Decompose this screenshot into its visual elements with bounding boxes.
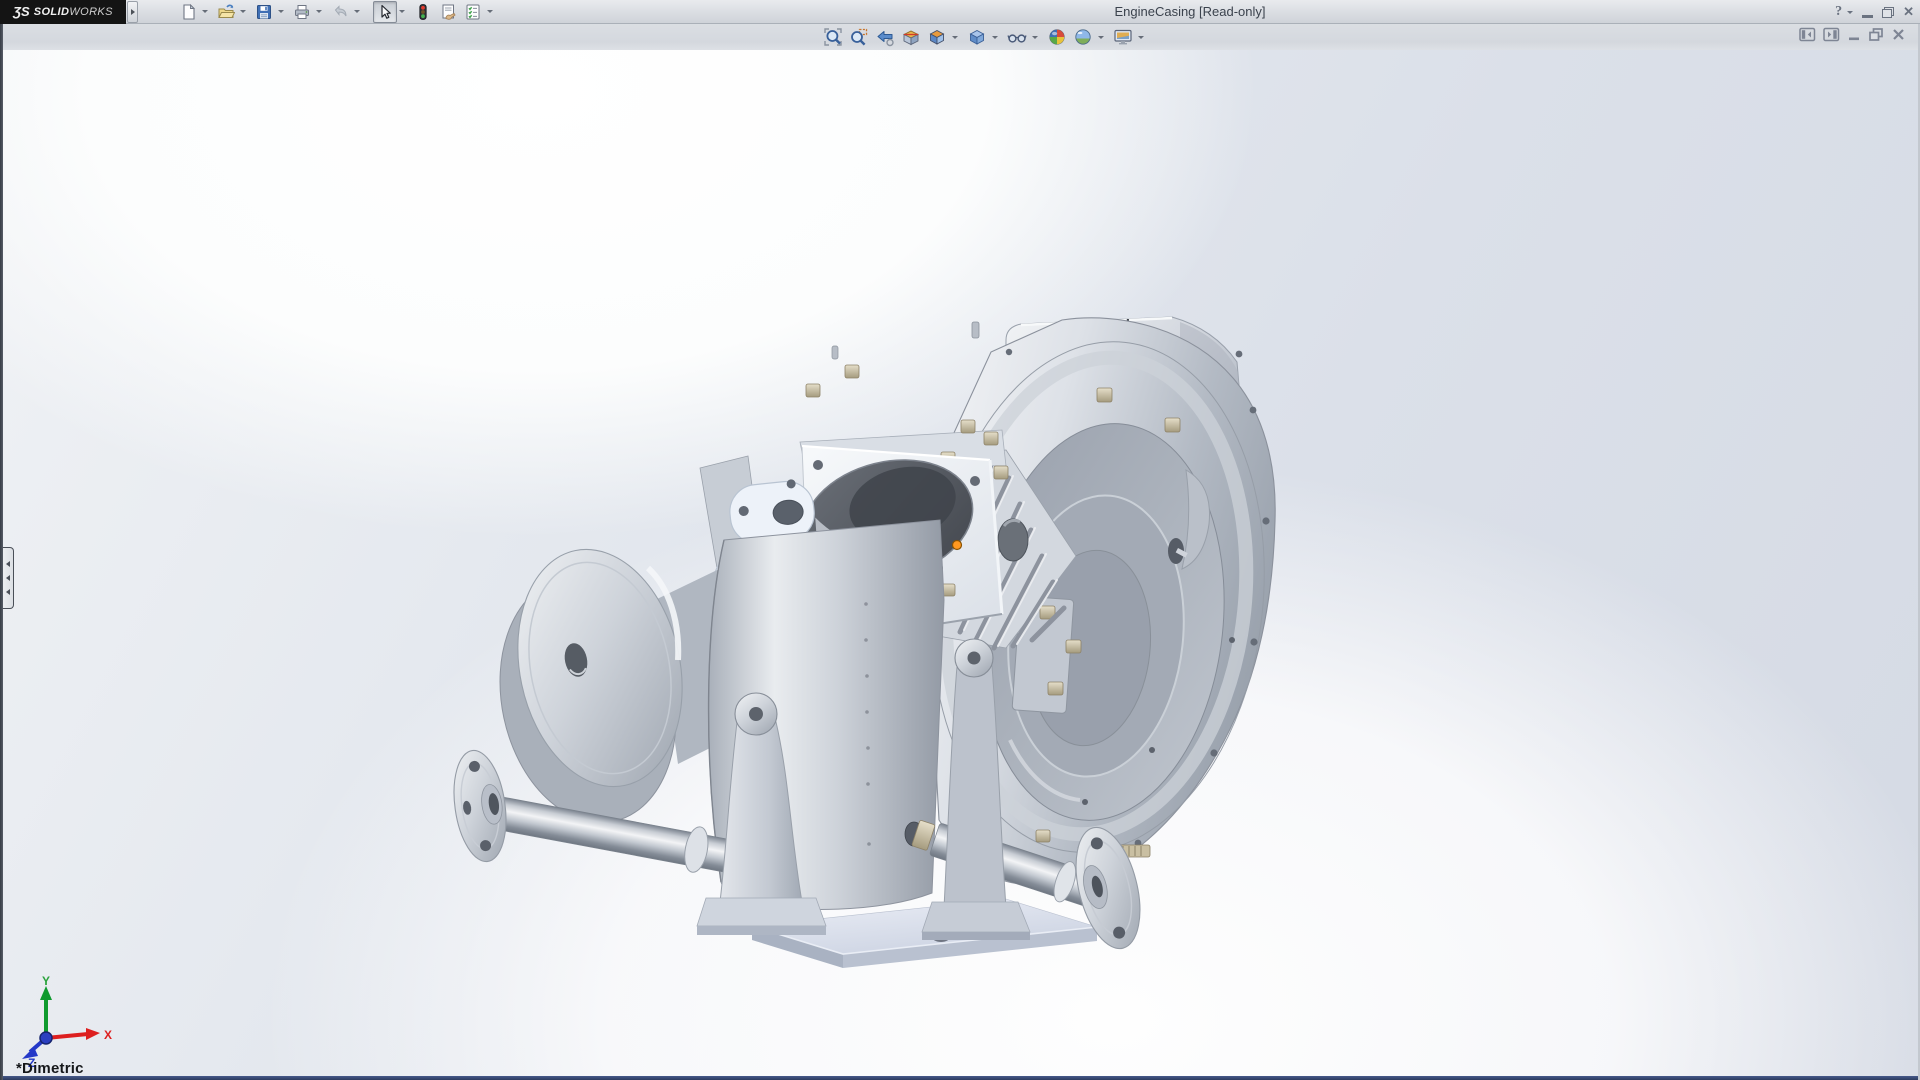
apply-scene-button[interactable] — [1071, 25, 1095, 49]
save-floppy-icon — [255, 3, 273, 21]
window-restore-button[interactable] — [1882, 7, 1894, 18]
collapse-arrow-icon — [6, 575, 10, 581]
model-root[interactable] — [447, 317, 1288, 968]
heads-up-view-toolbar — [821, 25, 1149, 49]
minimize-document-button[interactable] — [1847, 27, 1861, 42]
triad-x-label: X — [104, 1028, 112, 1042]
options-checklist-icon — [464, 3, 482, 21]
previous-view-icon — [875, 27, 895, 47]
window-minimize-button[interactable] — [1862, 15, 1873, 18]
hide-show-items-button[interactable] — [1005, 25, 1029, 49]
apply-scene-dropdown[interactable] — [1097, 26, 1105, 48]
collapse-arrow-icon — [6, 589, 10, 595]
engine-casing-model[interactable] — [0, 50, 1920, 1080]
graphics-viewport[interactable]: Y X Z *Dimetric — [0, 50, 1920, 1080]
restore-document-button[interactable] — [1868, 27, 1884, 42]
section-view-icon — [901, 27, 921, 47]
section-view-button[interactable] — [899, 25, 923, 49]
left-flange — [447, 747, 512, 865]
solidworks-logo-text: SOLIDWORKS — [34, 6, 113, 18]
view-settings-button[interactable] — [1111, 25, 1135, 49]
knob-boss — [998, 519, 1028, 561]
edit-appearance-button[interactable] — [1045, 25, 1069, 49]
select-tool-button[interactable] — [373, 1, 397, 23]
rebuild-button[interactable] — [411, 1, 435, 23]
view-settings-icon — [1113, 27, 1133, 47]
zoom-to-area-button[interactable] — [847, 25, 871, 49]
traffic-light-icon — [414, 3, 432, 21]
solidworks-logo: ƷS SOLIDWORKS — [0, 0, 126, 24]
file-properties-icon — [439, 3, 457, 21]
document-title: EngineCasing [Read-only] — [1060, 0, 1320, 24]
save-dropdown[interactable] — [277, 1, 285, 23]
open-button[interactable] — [214, 1, 238, 23]
triad-y-label: Y — [42, 976, 50, 988]
solidworks-logo-mark: ƷS — [13, 4, 30, 19]
display-style-button[interactable] — [965, 25, 989, 49]
open-dropdown[interactable] — [239, 1, 247, 23]
file-properties-button[interactable] — [436, 1, 460, 23]
options-button[interactable] — [461, 1, 485, 23]
view-orientation-label: *Dimetric — [16, 1060, 84, 1077]
zoom-to-fit-button[interactable] — [821, 25, 845, 49]
collapse-arrow-icon — [6, 561, 10, 567]
menu-flyout-arrow[interactable] — [127, 1, 138, 23]
collapse-right-pane-button[interactable] — [1823, 27, 1840, 42]
logo-solid: SOLID — [34, 6, 70, 18]
print-dropdown[interactable] — [315, 1, 323, 23]
reference-triad: Y X Z — [8, 976, 118, 1068]
collapse-left-pane-button[interactable] — [1799, 27, 1816, 42]
vertex-marker[interactable] — [953, 541, 962, 550]
display-style-dropdown[interactable] — [991, 26, 999, 48]
new-document-button[interactable] — [176, 1, 200, 23]
undo-icon — [331, 3, 349, 21]
window-bottom-border — [0, 1076, 1920, 1080]
view-orientation-icon — [927, 27, 947, 47]
view-orientation-button[interactable] — [925, 25, 949, 49]
zoom-to-fit-icon — [823, 27, 843, 47]
zoom-to-area-icon — [849, 27, 869, 47]
select-dropdown[interactable] — [398, 1, 406, 23]
apply-scene-icon — [1073, 27, 1093, 47]
help-dropdown[interactable] — [1847, 11, 1853, 14]
options-dropdown[interactable] — [486, 1, 494, 23]
undo-button[interactable] — [328, 1, 352, 23]
window-controls: ? ✕ — [1835, 0, 1914, 24]
help-button[interactable]: ? — [1835, 4, 1842, 20]
new-dropdown[interactable] — [201, 1, 209, 23]
eyeglasses-icon — [1007, 27, 1027, 47]
feature-panel-collapsed-tab[interactable] — [3, 547, 14, 609]
appearance-sphere-icon — [1047, 27, 1067, 47]
display-style-icon — [967, 27, 987, 47]
window-close-button[interactable]: ✕ — [1903, 4, 1914, 20]
print-button[interactable] — [290, 1, 314, 23]
new-document-icon — [179, 3, 197, 21]
view-orientation-dropdown[interactable] — [951, 26, 959, 48]
heads-up-strip — [0, 24, 1920, 50]
save-button[interactable] — [252, 1, 276, 23]
logo-works: WORKS — [69, 6, 113, 18]
select-cursor-icon — [376, 3, 394, 21]
printer-icon — [293, 3, 311, 21]
title-bar: ƷS SOLIDWORKS — [0, 0, 1920, 24]
open-folder-icon — [217, 3, 235, 21]
view-settings-dropdown[interactable] — [1137, 26, 1145, 48]
document-window-controls — [1799, 27, 1906, 42]
hide-show-dropdown[interactable] — [1031, 26, 1039, 48]
flyout-arrow-icon — [131, 9, 135, 15]
undo-dropdown[interactable] — [353, 1, 361, 23]
close-document-button[interactable] — [1891, 27, 1906, 42]
previous-view-button[interactable] — [873, 25, 897, 49]
standard-toolbar — [176, 1, 498, 23]
